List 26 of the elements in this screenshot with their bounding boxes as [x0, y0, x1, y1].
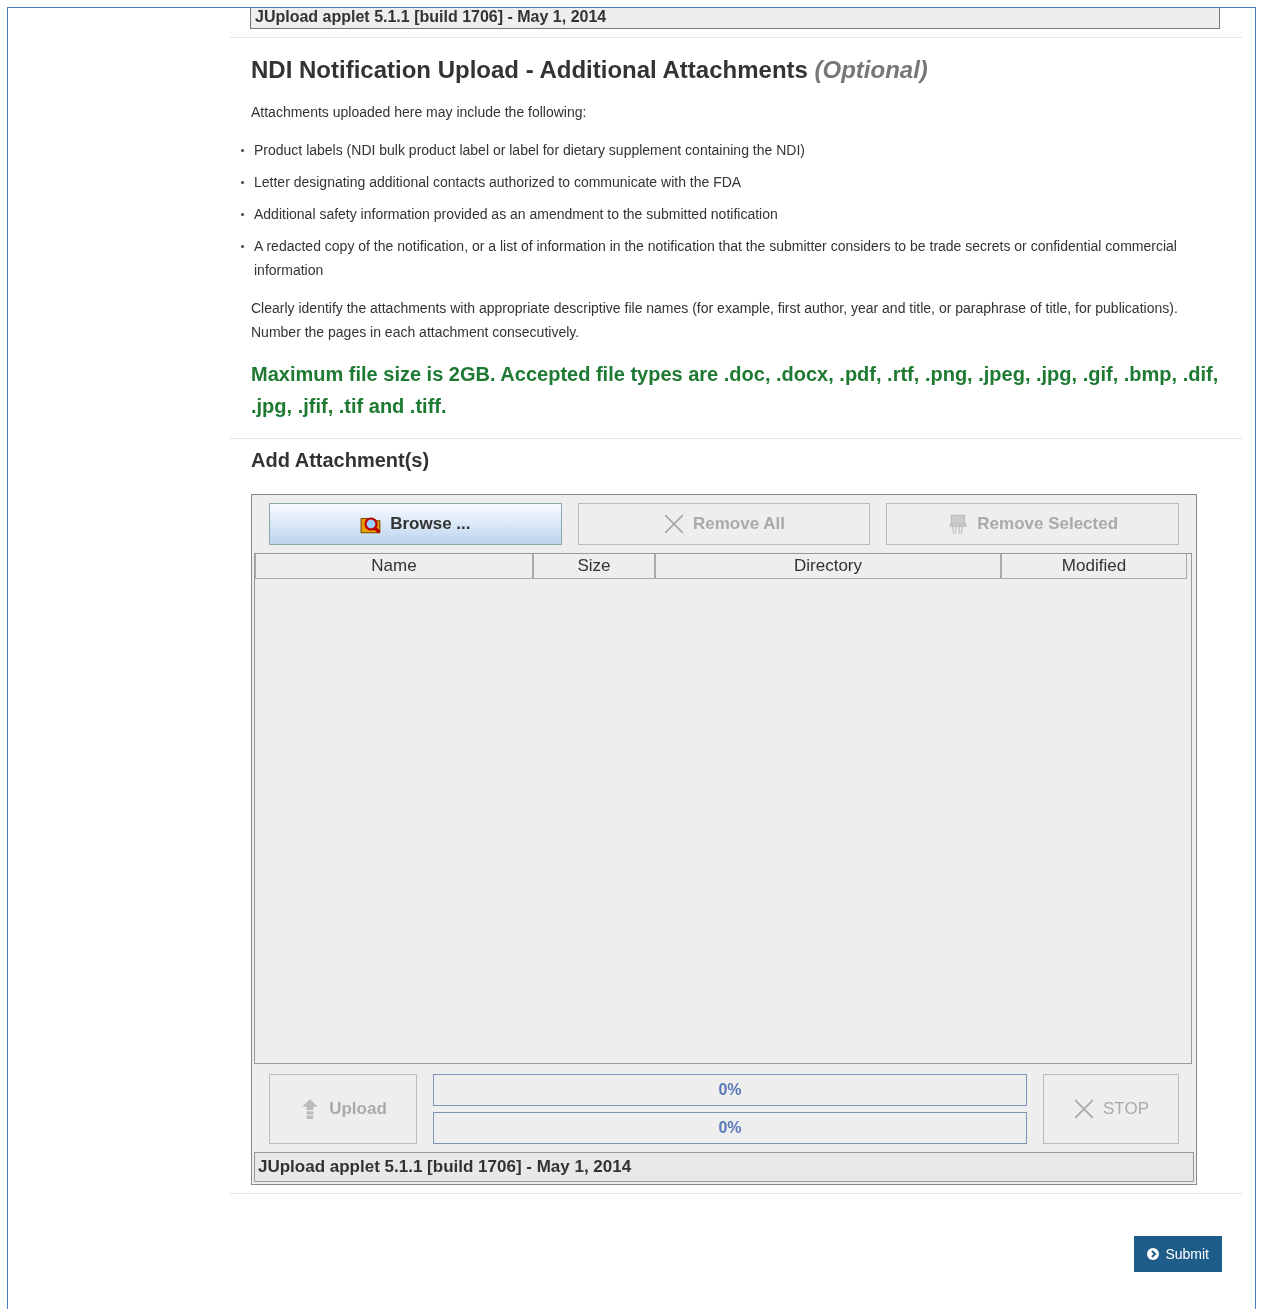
submit-button[interactable]: Submit — [1134, 1236, 1222, 1272]
instructions-text: Clearly identify the attachments with appropriate descriptive file names (for example, first author, year and title, or paraphrase of title, for publications). Number the pages in each attachment consecutively. — [251, 299, 1179, 342]
bullet-icon — [241, 181, 244, 184]
progress-percent: 0% — [718, 1081, 742, 1099]
intro-text: Attachments uploaded here may include the following: — [251, 103, 588, 122]
close-icon — [663, 513, 685, 535]
bullet-text: Letter designating additional contacts authorized to communicate with the FDA — [254, 173, 742, 192]
close-icon — [1073, 1098, 1095, 1120]
bullet-text: A redacted copy of the notification, or a list of information in the notification that the submitter considers to be trade secrets or confidential commercial information — [254, 237, 1178, 280]
column-header[interactable]: Name — [255, 554, 533, 579]
column-header[interactable]: Directory — [655, 554, 1001, 579]
column-header[interactable]: Modified — [1001, 554, 1187, 579]
section-title: NDI Notification Upload - Additional Attachments (Optional) — [251, 56, 929, 84]
file-limits-text: Maximum file size is 2GB. Accepted file types are .doc, .docx, .pdf, .rtf, .png, .jpeg, .jpg, .gif, .bmp, .dif, .jpg, .jfif, .tif and .tiff. — [251, 362, 1220, 419]
bullet-icon — [241, 245, 244, 248]
bullet-icon — [241, 149, 244, 152]
progress-percent: 0% — [718, 1119, 742, 1137]
arrow-circle-icon — [1147, 1248, 1160, 1260]
bullet-text: Additional safety information provided as an amendment to the submitted notification — [254, 205, 778, 224]
applet-status-bar: JUpload applet 5.1.1 [build 1706] - May 1, 2014 — [250, 8, 1220, 29]
column-header[interactable]: Size — [533, 554, 655, 579]
applet-status-bar: JUpload applet 5.1.1 [build 1706] - May 1, 2014 — [254, 1152, 1194, 1182]
bullet-text: Product labels (NDI bulk product label or label for dietary supplement containing the NDI) — [254, 141, 805, 160]
bullet-icon — [241, 213, 244, 216]
section-title: Add Attachment(s) — [251, 449, 431, 472]
toolbar-button[interactable]: Browse ... — [269, 503, 562, 545]
